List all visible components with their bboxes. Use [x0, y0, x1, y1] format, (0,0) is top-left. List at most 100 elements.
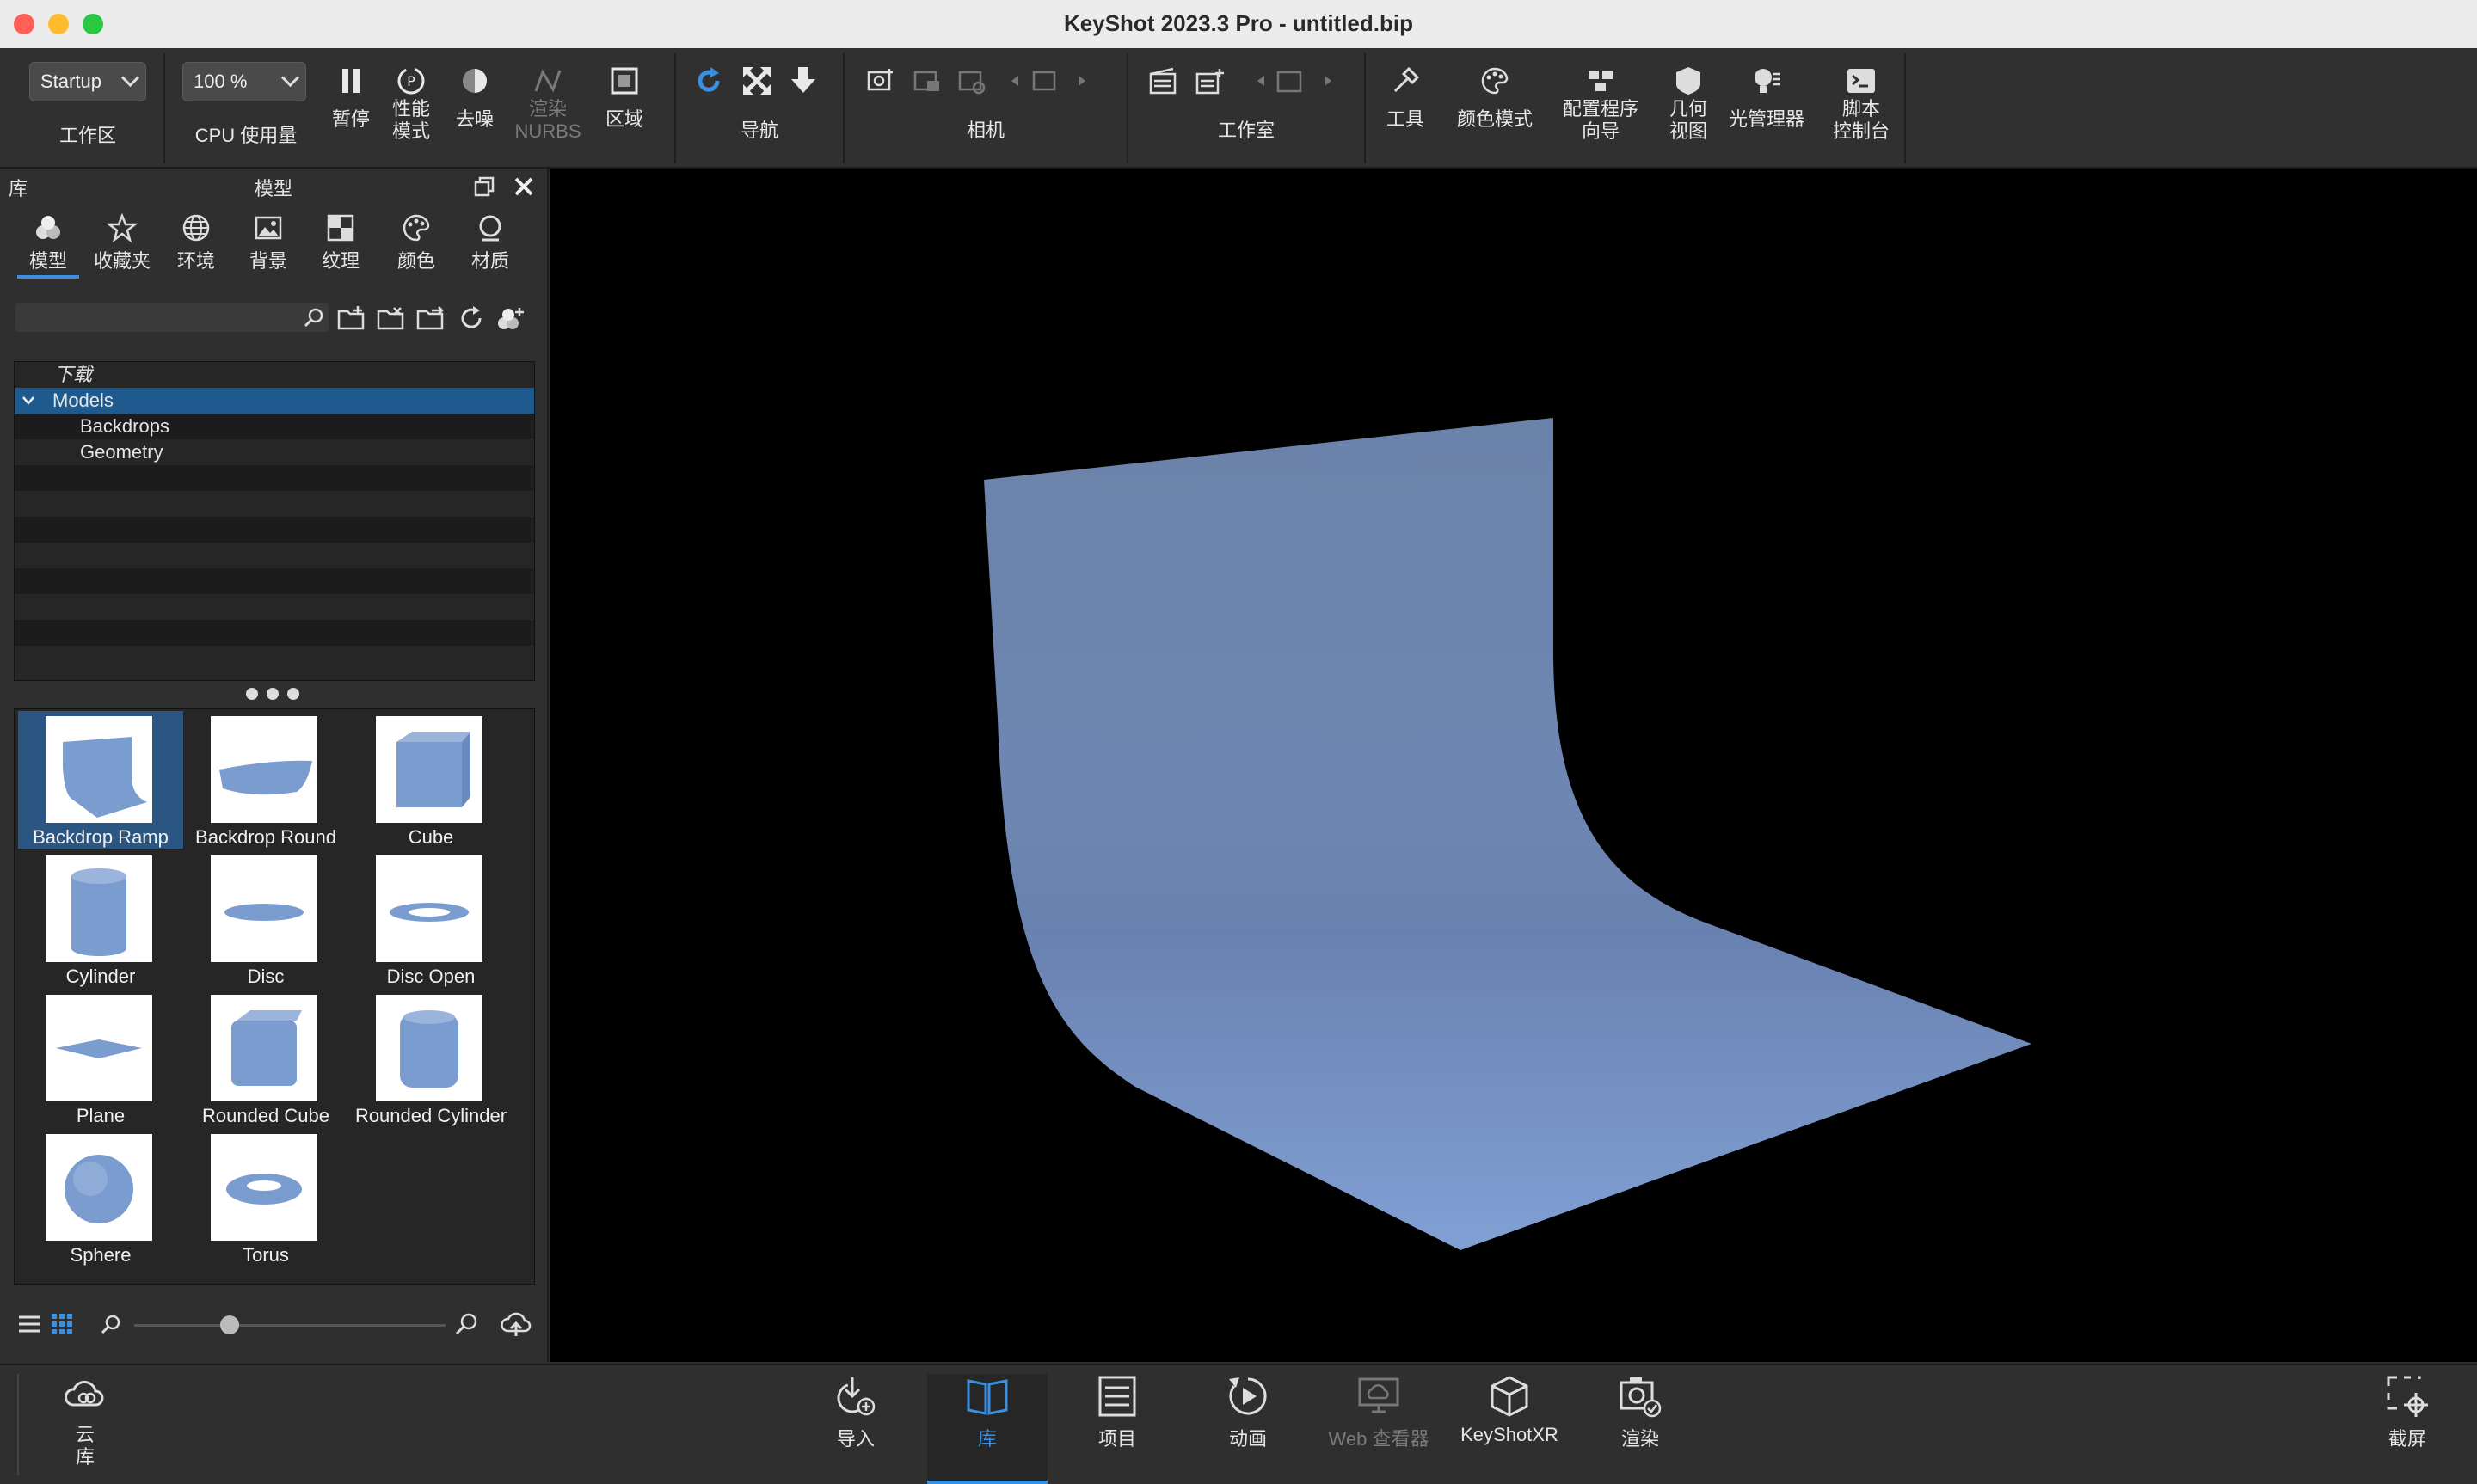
web-viewer-button[interactable]: Web 查看器: [1314, 1374, 1443, 1451]
tab-textures[interactable]: 纹理: [306, 213, 375, 273]
performance-mode-button[interactable]: P 性能 模式: [382, 65, 440, 143]
camera-settings-icon[interactable]: [956, 65, 987, 96]
studio-group: 工作室: [1128, 53, 1366, 163]
model-thumbnail: [46, 716, 152, 823]
chevron-down-icon: [120, 68, 140, 88]
model-item-cube[interactable]: Cube: [348, 711, 513, 849]
tab-colors[interactable]: 颜色: [382, 213, 451, 273]
project-list-icon: [1098, 1376, 1136, 1417]
model-item-cylinder[interactable]: Cylinder: [18, 850, 183, 988]
add-folder-icon[interactable]: [337, 304, 368, 332]
fit-view-icon[interactable]: [741, 65, 772, 96]
reset-view-icon[interactable]: [693, 65, 724, 96]
animation-button[interactable]: 动画: [1183, 1374, 1312, 1451]
model-item-backdrop-ramp[interactable]: Backdrop Ramp: [18, 711, 183, 849]
tree-item-backdrops-label: Backdrops: [80, 415, 169, 437]
tab-materials[interactable]: 材质: [456, 213, 525, 273]
render-nurbs-button[interactable]: 渲染 NURBS: [509, 65, 587, 143]
studio-switcher-icon[interactable]: [1254, 65, 1340, 96]
grid-view-icon[interactable]: [50, 1312, 74, 1336]
color-mode-label: 颜色模式: [1456, 108, 1533, 130]
model-item-backdrop-round[interactable]: Backdrop Round: [183, 711, 348, 849]
cpu-usage-select[interactable]: 100 %: [182, 62, 306, 101]
terminal-icon: [1847, 69, 1875, 93]
animation-icon: [1229, 1377, 1267, 1415]
add-camera-icon[interactable]: [865, 65, 896, 96]
color-mode-button[interactable]: 颜色模式: [1445, 65, 1545, 131]
tree-item-geometry[interactable]: Geometry: [15, 439, 534, 465]
add-model-icon[interactable]: [495, 304, 526, 332]
drop-to-ground-icon[interactable]: [788, 65, 819, 96]
light-manager-button[interactable]: 光管理器: [1715, 65, 1818, 131]
lock-camera-icon[interactable]: [912, 65, 943, 96]
tools-button[interactable]: 工具: [1374, 65, 1436, 131]
model-item-torus[interactable]: Torus: [183, 1129, 348, 1266]
model-item-disc-open[interactable]: Disc Open: [348, 850, 513, 988]
model-item-label: Cube: [408, 826, 454, 848]
tab-favorites[interactable]: 收藏夹: [88, 213, 157, 273]
library-button[interactable]: 库: [927, 1374, 1048, 1484]
model-item-sphere[interactable]: Sphere: [18, 1129, 183, 1266]
pause-button[interactable]: 暂停: [322, 65, 380, 131]
tree-item-models[interactable]: Models: [15, 388, 534, 414]
region-button[interactable]: 区域: [595, 65, 654, 131]
model-item-label: Plane: [76, 1105, 126, 1126]
zoom-out-icon[interactable]: [100, 1314, 122, 1336]
tab-models[interactable]: 模型: [14, 213, 83, 279]
tree-item-models-label: Models: [52, 389, 114, 411]
navigation-group: 导航: [676, 53, 845, 163]
library-search[interactable]: [15, 303, 329, 332]
chevron-down-icon[interactable]: [22, 395, 35, 407]
splitter-handle[interactable]: [246, 688, 299, 704]
main-toolbar: Startup 工作区 100 % CPU 使用量 暂停 P 性能 模式 去噪 …: [0, 48, 2477, 169]
denoise-button[interactable]: 去噪: [446, 65, 504, 131]
refresh-icon[interactable]: [458, 304, 485, 332]
model-item-rounded-cube[interactable]: Rounded Cube: [183, 990, 348, 1127]
screenshot-label: 截屏: [2388, 1428, 2426, 1450]
tab-environments[interactable]: 环境: [162, 213, 230, 273]
tree-item-download[interactable]: 下载: [15, 362, 534, 388]
script-console-button[interactable]: 脚本 控制台: [1820, 65, 1902, 143]
project-button[interactable]: 项目: [1053, 1374, 1182, 1451]
render-icon: [1620, 1377, 1662, 1418]
tree-item-backdrops[interactable]: Backdrops: [15, 414, 534, 439]
model-thumbnail: [376, 995, 482, 1101]
add-studio-icon[interactable]: [1194, 65, 1225, 96]
model-item-rounded-cylinder[interactable]: Rounded Cylinder: [348, 990, 513, 1127]
cloud-upload-icon[interactable]: [501, 1310, 532, 1338]
import-button[interactable]: 导入: [791, 1374, 920, 1451]
studio-icon[interactable]: [1147, 65, 1178, 96]
tab-backgrounds[interactable]: 背景: [234, 213, 303, 273]
tab-models-label: 模型: [28, 250, 67, 272]
model-item-disc[interactable]: Disc: [183, 850, 348, 988]
workspace-select[interactable]: Startup: [29, 62, 146, 101]
backdrop-ramp-model[interactable]: [550, 169, 2477, 1362]
model-item-label: Backdrop Round: [195, 826, 336, 848]
remove-folder-icon[interactable]: [377, 304, 408, 332]
library-search-input[interactable]: [21, 304, 299, 330]
render-button[interactable]: 渲染: [1576, 1374, 1705, 1451]
render-viewport[interactable]: [550, 169, 2477, 1362]
detach-panel-icon[interactable]: [473, 175, 495, 198]
move-folder-icon[interactable]: [416, 304, 447, 332]
model-item-plane[interactable]: Plane: [18, 990, 183, 1127]
star-icon: [107, 213, 138, 242]
camera-switcher-icon[interactable]: [1008, 65, 1094, 96]
model-item-label: Cylinder: [65, 966, 136, 987]
list-view-icon[interactable]: [17, 1312, 41, 1336]
model-item-label: Rounded Cube: [201, 1105, 329, 1126]
camera-group: 相机: [845, 53, 1128, 163]
model-thumbnail: [376, 716, 482, 823]
thumbnail-size-slider-handle[interactable]: [220, 1315, 239, 1334]
cpu-usage-value: 100 %: [194, 71, 248, 92]
model-item-label: Disc Open: [386, 966, 476, 987]
workspace-label: 工作区: [58, 125, 116, 146]
active-tab-indicator: [17, 275, 79, 279]
keyshotxr-button[interactable]: KeyShotXR: [1445, 1374, 1574, 1446]
zoom-in-icon[interactable]: [454, 1312, 478, 1336]
config-wizard-button[interactable]: 配置程序 向导: [1546, 65, 1655, 143]
cloud-library-button[interactable]: 云 库: [21, 1374, 150, 1469]
thumbnail-size-slider[interactable]: [134, 1324, 446, 1327]
close-panel-icon[interactable]: [513, 175, 535, 198]
screenshot-button[interactable]: 截屏: [2343, 1374, 2472, 1451]
